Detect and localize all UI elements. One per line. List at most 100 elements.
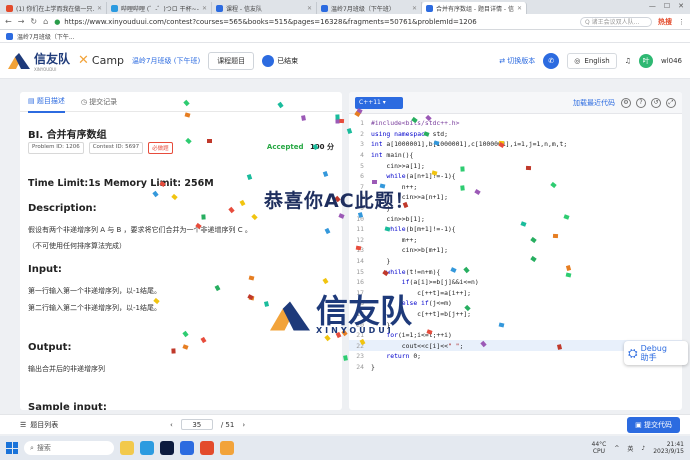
editor-toolbar: C++11 ▾ 加载最近代码 ⚙ ? ↺ ⤢ (349, 92, 682, 114)
code-text: while(a[n+1]!=-1){ (386, 172, 456, 181)
input-text-2: 第二行输入第二个非递增序列，以-1结尾。 (28, 304, 161, 312)
output-heading: Output: (28, 342, 72, 353)
confetti-piece (335, 114, 340, 120)
load-recent-code-link[interactable]: 加载最近代码 (573, 98, 615, 108)
windows-start-icon[interactable] (6, 442, 18, 454)
line-number: 16 (356, 278, 364, 287)
xinyoudui-logo-icon (8, 52, 30, 69)
cpu-temp-label: CPU (592, 448, 606, 455)
url-text: https://www.xinyouduui.com/contest?cours… (64, 17, 477, 26)
site-header: 信友队 XINYOUDUI ✕ Camp 温岭7月班级 (下午班) 课程题目 已… (0, 43, 690, 79)
hot-search-label[interactable]: 热搜 (658, 17, 672, 27)
reset-icon[interactable]: ↺ (651, 97, 661, 108)
reload-icon[interactable]: ↻ (30, 17, 37, 26)
confetti-piece (201, 214, 206, 220)
tab-close-icon[interactable]: ✕ (97, 5, 102, 12)
congrats-message: 恭喜你AC此题！ (264, 190, 415, 212)
confetti-piece (246, 173, 252, 180)
browser-tab[interactable]: 温岭7月班级（下午班） ✕ (317, 2, 422, 14)
tab-close-icon[interactable]: ✕ (517, 5, 522, 12)
confetti-piece (338, 212, 345, 219)
browser-tab[interactable]: 哔哩哔哩 (゜-゜)つロ 干杯~-b...✕ (107, 2, 212, 14)
language-selector[interactable]: ◎ English (567, 52, 617, 69)
maximize-icon[interactable]: ☐ (664, 2, 670, 10)
forward-icon[interactable]: → (18, 17, 25, 26)
volume-icon[interactable]: ♪ (641, 445, 645, 452)
window-controls: — ☐ ✕ (643, 2, 690, 12)
browser-search-input[interactable]: Q 诸王会议双人队... (580, 16, 652, 27)
line-number: 6 (360, 172, 364, 181)
confetti-piece (498, 322, 505, 328)
confetti-piece (322, 170, 328, 177)
prev-page-icon[interactable]: ‹ (170, 421, 173, 429)
edge-icon[interactable] (140, 441, 154, 455)
class-name[interactable]: 温岭7月班级 (下午班) (132, 56, 200, 66)
pager: ‹ 35 / 51 › (170, 419, 245, 430)
back-icon[interactable]: ← (5, 17, 12, 26)
username[interactable]: wl046 (661, 57, 682, 65)
minimize-icon[interactable]: — (649, 2, 656, 10)
page-input[interactable]: 35 (180, 419, 213, 430)
clock-time: 21:41 (666, 441, 684, 448)
globe-icon: ◎ (574, 56, 581, 65)
browser-tab[interactable]: 合并有序数组 - 题目详情 - 信友...✕ (422, 2, 527, 14)
debug-assistant-button[interactable]: ⛭ Debug 助手 (624, 341, 688, 365)
bookmark-item[interactable]: 温岭7月班级（下午... (17, 32, 75, 41)
description-text-1: 假设有两个非递增序列 A 与 B ，要求将它们合并为一个非递增序列 C 。 (28, 226, 252, 234)
file-explorer-icon[interactable] (120, 441, 134, 455)
browser-tab[interactable]: 课程 - 信友队 ✕ (212, 2, 317, 14)
notification-icon[interactable]: ♫ (625, 57, 631, 65)
problem-list-button[interactable]: ☰ 题目列表 (20, 420, 58, 430)
clock[interactable]: 21:41 2023/9/15 (653, 441, 684, 455)
language-label: English (584, 56, 610, 65)
tab-close-icon[interactable]: ✕ (412, 5, 417, 12)
url-field[interactable]: ● https://www.xinyouduui.com/contest?cou… (54, 18, 574, 26)
tab-problem-description[interactable]: ▤ 题目描述 (28, 92, 65, 113)
browser-icon[interactable] (180, 441, 194, 455)
problem-title: BI. 合并有序数组 (28, 130, 107, 141)
tab-close-icon[interactable]: ✕ (202, 5, 207, 12)
language-select[interactable]: C++11 ▾ (355, 96, 403, 109)
confetti-piece (565, 272, 572, 278)
confetti-piece (460, 185, 466, 191)
tab-label: 温岭7月班级（下午班） (331, 5, 395, 13)
line-number: 2 (360, 129, 364, 138)
taskbar-app-icon[interactable] (200, 441, 214, 455)
confetti-piece (342, 355, 348, 361)
address-bar-right: Q 诸王会议双人队... 热搜 ⋮ (580, 16, 685, 27)
description-text-2: （不可使用任何排序算法完成） (28, 242, 126, 250)
taskbar-search[interactable]: ⌕ 搜索 (24, 441, 114, 455)
xcamp-logo: ✕ Camp (78, 53, 124, 68)
fullscreen-icon[interactable]: ⤢ (666, 97, 676, 108)
logo-text: 信友队 (34, 51, 71, 66)
bookmark-favicon-icon (6, 32, 13, 40)
taskbar-search-label: 搜索 (36, 444, 51, 452)
input-heading: Input: (28, 264, 62, 275)
settings-icon[interactable]: ⚙ (621, 97, 631, 108)
help-icon[interactable]: ? (636, 97, 646, 108)
code-line: 2 using namespace std; (349, 129, 682, 140)
browser-tab[interactable]: (1) 你们在上学而我在做一只... ✕ (2, 2, 107, 14)
code-text: using namespace std; (371, 129, 448, 138)
course-problems-button[interactable]: 课程题目 (208, 51, 255, 70)
next-page-icon[interactable]: › (242, 421, 245, 429)
close-window-icon[interactable]: ✕ (678, 2, 684, 10)
site-logo[interactable]: 信友队 XINYOUDUI (8, 50, 70, 72)
ime-indicator[interactable]: 英 (627, 444, 633, 453)
taskbar-app-icon[interactable] (160, 441, 174, 455)
tab-close-icon[interactable]: ✕ (307, 5, 312, 12)
home-icon[interactable]: ⌂ (43, 17, 48, 26)
taskbar-app-icon[interactable] (220, 441, 234, 455)
switch-version-label: 切换版本 (507, 56, 536, 65)
avatar[interactable]: 叶 (638, 53, 653, 68)
switch-version-link[interactable]: ⇄ 切换版本 (499, 56, 535, 66)
bookmark-bar: 温岭7月班级（下午... (0, 30, 690, 43)
extensions-icon[interactable]: ⋮ (678, 18, 685, 26)
tab-submissions[interactable]: ◷ 提交记录 (81, 97, 117, 107)
tray-arrow-icon[interactable]: ^ (614, 445, 619, 452)
celebration-logo: 信友队 XINYOUDUI (270, 295, 412, 335)
code-text: while(t!=n+m){ (386, 267, 441, 276)
xcamp-text: Camp (91, 54, 125, 67)
wechat-icon[interactable]: ✆ (543, 52, 560, 69)
submit-code-button[interactable]: ▣ 提交代码 (627, 416, 680, 433)
